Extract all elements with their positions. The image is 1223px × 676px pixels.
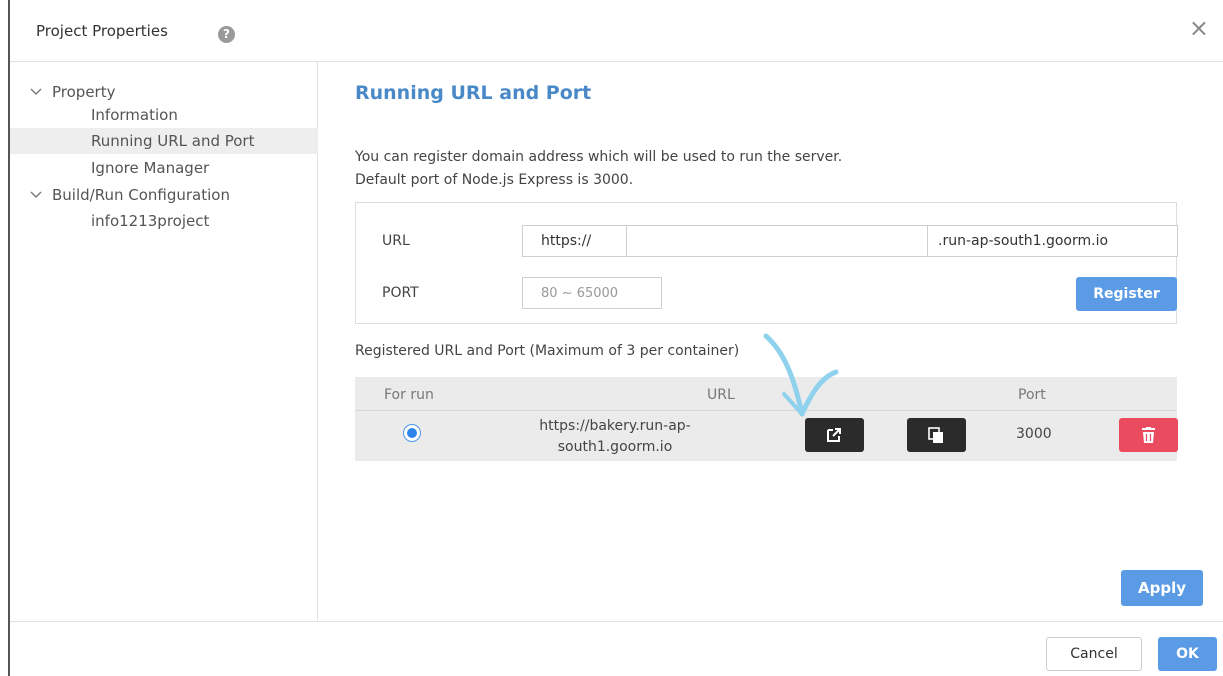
tree-item-label: info1213project xyxy=(91,212,210,230)
register-button[interactable]: Register xyxy=(1076,277,1177,311)
chevron-down-icon xyxy=(30,88,42,95)
tree-item-label: Information xyxy=(91,106,178,124)
port-input[interactable] xyxy=(522,277,662,309)
port-label: PORT xyxy=(382,285,419,301)
registered-title: Registered URL and Port (Maximum of 3 pe… xyxy=(355,343,740,359)
close-icon[interactable]: × xyxy=(1189,16,1209,40)
register-form: URL https:// .run-ap-south1.goorm.io POR… xyxy=(355,202,1178,324)
column-header-url: URL xyxy=(707,387,735,403)
row-port: 3000 xyxy=(1016,426,1052,442)
copy-icon xyxy=(928,427,943,443)
row-url: https://bakery.run-ap- south1.goorm.io xyxy=(515,416,715,458)
url-label: URL xyxy=(382,233,410,249)
tree-item-information[interactable]: Information xyxy=(10,102,318,128)
row-url-line: https://bakery.run-ap- xyxy=(539,418,691,434)
description-line: Default port of Node.js Express is 3000. xyxy=(355,172,634,188)
row-url-line: south1.goorm.io xyxy=(557,439,673,455)
for-run-radio[interactable] xyxy=(403,424,421,442)
project-properties-dialog: Project Properties ? × Property Informat… xyxy=(0,0,1223,676)
copy-url-button[interactable] xyxy=(907,418,966,452)
url-prefix: https:// xyxy=(523,226,627,256)
delete-button[interactable] xyxy=(1119,418,1178,452)
help-icon[interactable]: ? xyxy=(218,26,235,43)
radio-dot xyxy=(407,428,417,438)
trash-icon xyxy=(1142,427,1155,443)
url-input-group: https:// .run-ap-south1.goorm.io xyxy=(522,225,1178,257)
url-suffix: .run-ap-south1.goorm.io xyxy=(927,226,1177,256)
tree-item-label: Property xyxy=(52,83,116,101)
tree-item-label: Build/Run Configuration xyxy=(52,186,230,204)
apply-button[interactable]: Apply xyxy=(1121,570,1203,606)
tree-item-info1213project[interactable]: info1213project xyxy=(10,208,318,234)
tree-item-build-run-configuration[interactable]: Build/Run Configuration xyxy=(10,182,318,208)
tree-item-running-url-and-port[interactable]: Running URL and Port xyxy=(10,128,318,154)
dialog-title: Project Properties xyxy=(36,22,168,40)
external-link-icon xyxy=(827,428,841,442)
dialog-header: Project Properties ? × xyxy=(10,0,1223,62)
ok-button[interactable]: OK xyxy=(1158,637,1217,671)
column-header-port: Port xyxy=(1018,387,1046,403)
dialog-footer xyxy=(10,621,1223,676)
tree-item-label: Running URL and Port xyxy=(91,132,255,150)
section-title: Running URL and Port xyxy=(355,82,592,104)
annotation-arrow-icon xyxy=(763,333,839,417)
subdomain-input[interactable] xyxy=(627,226,927,256)
cancel-button[interactable]: Cancel xyxy=(1046,637,1142,671)
property-tree: Property Information Running URL and Por… xyxy=(10,62,318,621)
tree-item-ignore-manager[interactable]: Ignore Manager xyxy=(10,155,318,181)
chevron-down-icon xyxy=(30,191,42,198)
column-header-for-run: For run xyxy=(384,387,434,403)
description-line: You can register domain address which wi… xyxy=(355,149,843,165)
tree-item-label: Ignore Manager xyxy=(91,159,210,177)
